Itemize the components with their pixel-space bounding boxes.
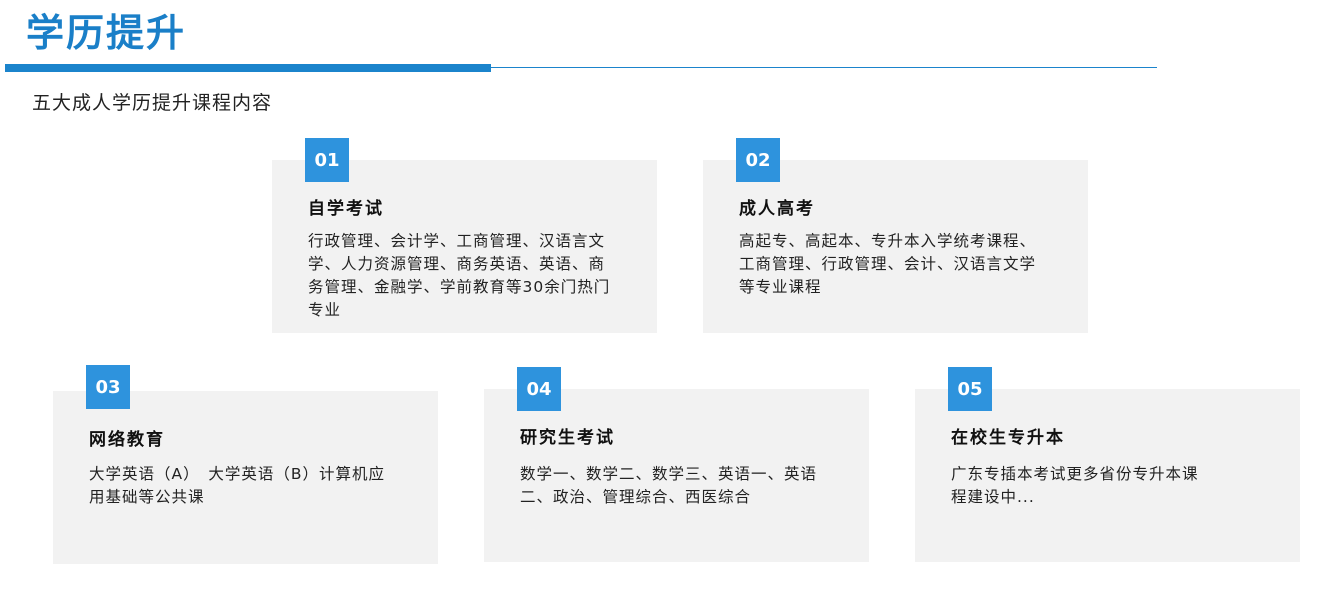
card-number-badge: 01 (305, 138, 349, 182)
card-description: 行政管理、会计学、工商管理、汉语言文学、人力资源管理、商务英语、英语、商务管理、… (308, 232, 611, 319)
title-underline-thick (5, 64, 491, 72)
course-card-upgrade-to-bachelor: 05 在校生专升本 广东专插本考试更多省份专升本课程建设中... (915, 367, 1300, 562)
course-card-self-study-exam: 01 自学考试 行政管理、会计学、工商管理、汉语言文学、人力资源管理、商务英语、… (272, 138, 657, 333)
title-underline-thin (491, 67, 1157, 68)
page-subtitle: 五大成人学历提升课程内容 (32, 92, 273, 114)
card-number-badge: 02 (736, 138, 780, 182)
course-card-postgraduate-exam: 04 研究生考试 数学一、数学二、数学三、英语一、英语二、政治、管理综合、西医综… (484, 367, 869, 562)
course-card-adult-college-exam: 02 成人高考 高起专、高起本、专升本入学统考课程、工商管理、行政管理、会计、汉… (703, 138, 1088, 333)
card-title: 成人高考 (739, 199, 815, 219)
card-title: 网络教育 (89, 430, 165, 450)
card-description: 广东专插本考试更多省份专升本课程建设中... (951, 465, 1199, 506)
page-title: 学历提升 (26, 11, 187, 55)
course-card-online-education: 03 网络教育 大学英语（A） 大学英语（B）计算机应用基础等公共课 (53, 365, 438, 564)
card-number-badge: 04 (517, 367, 561, 411)
card-description: 数学一、数学二、数学三、英语一、英语二、政治、管理综合、西医综合 (520, 465, 818, 506)
card-title: 在校生专升本 (951, 428, 1065, 448)
card-number-badge: 03 (86, 365, 130, 409)
card-title: 研究生考试 (520, 428, 615, 448)
card-description: 高起专、高起本、专升本入学统考课程、工商管理、行政管理、会计、汉语言文学等专业课… (739, 232, 1037, 296)
card-number-badge: 05 (948, 367, 992, 411)
card-description: 大学英语（A） 大学英语（B）计算机应用基础等公共课 (89, 465, 385, 506)
card-title: 自学考试 (308, 199, 384, 219)
